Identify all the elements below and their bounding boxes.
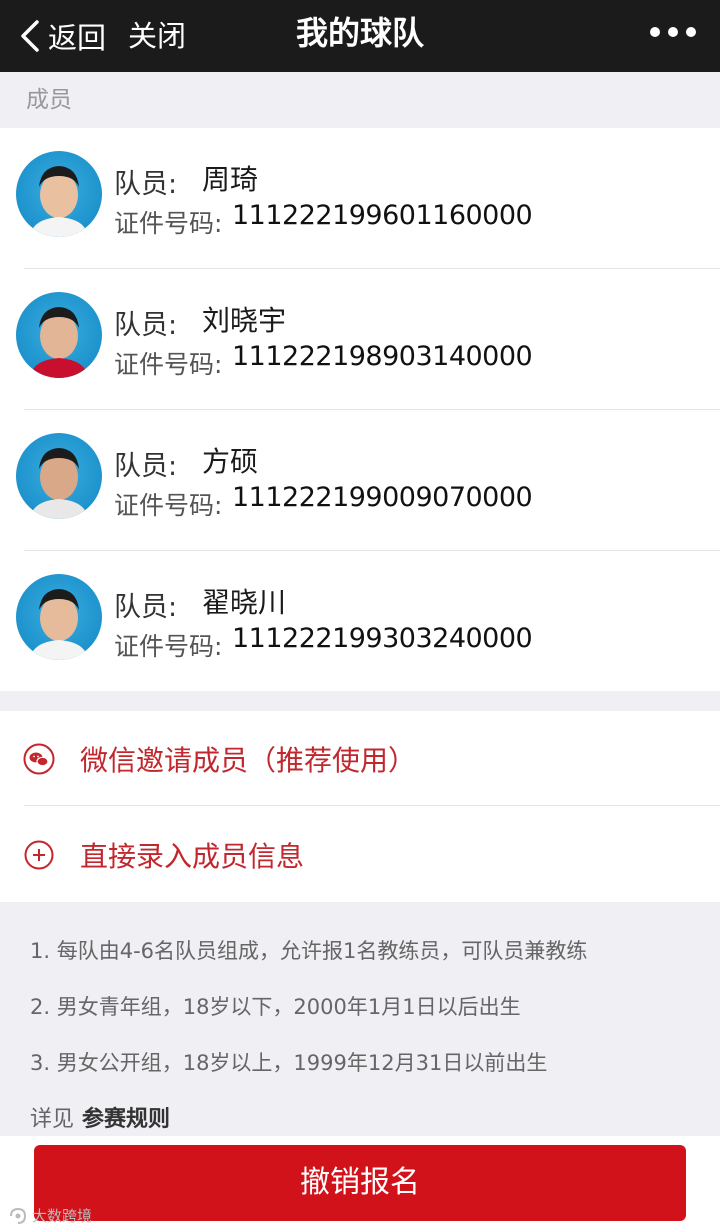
- member-name-label: 队员:: [114, 451, 178, 482]
- player-portrait-icon: [30, 448, 88, 519]
- member-name: 方硕: [202, 445, 259, 478]
- rules-line: 详见 参赛规则: [30, 1101, 170, 1133]
- cancel-registration-button[interactable]: 撤销报名: [34, 1145, 686, 1221]
- member-name-label: 队员:: [114, 310, 178, 341]
- wechat-icon: [23, 743, 55, 775]
- member-id-number: 111222199303240000: [232, 623, 533, 654]
- top-bar: 返回 关闭 我的球队: [0, 0, 720, 72]
- rules-link[interactable]: 参赛规则: [82, 1107, 170, 1132]
- player-portrait-icon: [30, 589, 88, 660]
- rules-prefix: 详见: [30, 1107, 75, 1132]
- chevron-left-icon: [21, 20, 39, 52]
- direct-entry-label: 直接录入成员信息: [80, 840, 305, 873]
- wechat-invite-button[interactable]: 微信邀请成员（推荐使用）: [0, 711, 720, 806]
- member-actions: 微信邀请成员（推荐使用） 直接录入成员信息: [0, 711, 720, 902]
- member-id-number: 111222199601160000: [232, 200, 533, 231]
- member-row[interactable]: 队员: 方硕 证件号码: 111222199009070000: [0, 410, 720, 551]
- more-options-button[interactable]: [650, 22, 696, 42]
- member-id-label: 证件号码:: [114, 491, 223, 520]
- watermark: 大数跨境: [8, 1205, 92, 1226]
- dot-icon: [650, 27, 660, 37]
- member-name: 刘晓宇: [202, 304, 287, 337]
- back-label: 返回: [48, 21, 107, 55]
- member-id-label: 证件号码:: [114, 209, 223, 238]
- member-name: 周琦: [202, 163, 259, 196]
- avatar: [16, 151, 102, 237]
- close-button[interactable]: 关闭: [128, 0, 186, 72]
- dot-icon: [668, 27, 678, 37]
- plus-circle-icon: [24, 840, 54, 870]
- member-list: 队员: 周琦 证件号码: 111222199601160000 队员: 刘晓宇 …: [0, 128, 720, 691]
- member-name: 翟晓川: [202, 586, 287, 619]
- avatar: [16, 574, 102, 660]
- note-item: 3. 男女公开组，18岁以上，1999年12月31日以前出生: [30, 1051, 548, 1075]
- member-id-number: 111222198903140000: [232, 341, 533, 372]
- dot-icon: [686, 27, 696, 37]
- member-id-number: 111222199009070000: [232, 482, 533, 513]
- player-portrait-icon: [30, 166, 88, 237]
- member-id-label: 证件号码:: [114, 350, 223, 379]
- page-title: 我的球队: [295, 14, 424, 52]
- member-id-label: 证件号码:: [114, 632, 223, 661]
- watermark-logo-icon: [10, 1207, 27, 1224]
- watermark-text: 大数跨境: [32, 1207, 93, 1225]
- wechat-invite-label: 微信邀请成员（推荐使用）: [80, 744, 417, 777]
- member-row[interactable]: 队员: 刘晓宇 证件号码: 111222198903140000: [0, 269, 720, 410]
- avatar: [16, 433, 102, 519]
- player-portrait-icon: [30, 307, 88, 378]
- direct-entry-button[interactable]: 直接录入成员信息: [0, 807, 720, 902]
- note-item: 1. 每队由4-6名队员组成，允许报1名教练员，可队员兼教练: [30, 939, 588, 963]
- member-row[interactable]: 队员: 翟晓川 证件号码: 111222199303240000: [0, 551, 720, 692]
- member-row[interactable]: 队员: 周琦 证件号码: 111222199601160000: [0, 128, 720, 269]
- divider: [24, 805, 720, 806]
- note-item: 2. 男女青年组，18岁以下，2000年1月1日以后出生: [30, 995, 521, 1019]
- back-button[interactable]: 返回: [18, 0, 106, 72]
- members-section-label: 成员: [26, 87, 72, 113]
- member-name-label: 队员:: [114, 169, 178, 200]
- avatar: [16, 292, 102, 378]
- member-name-label: 队员:: [114, 592, 178, 623]
